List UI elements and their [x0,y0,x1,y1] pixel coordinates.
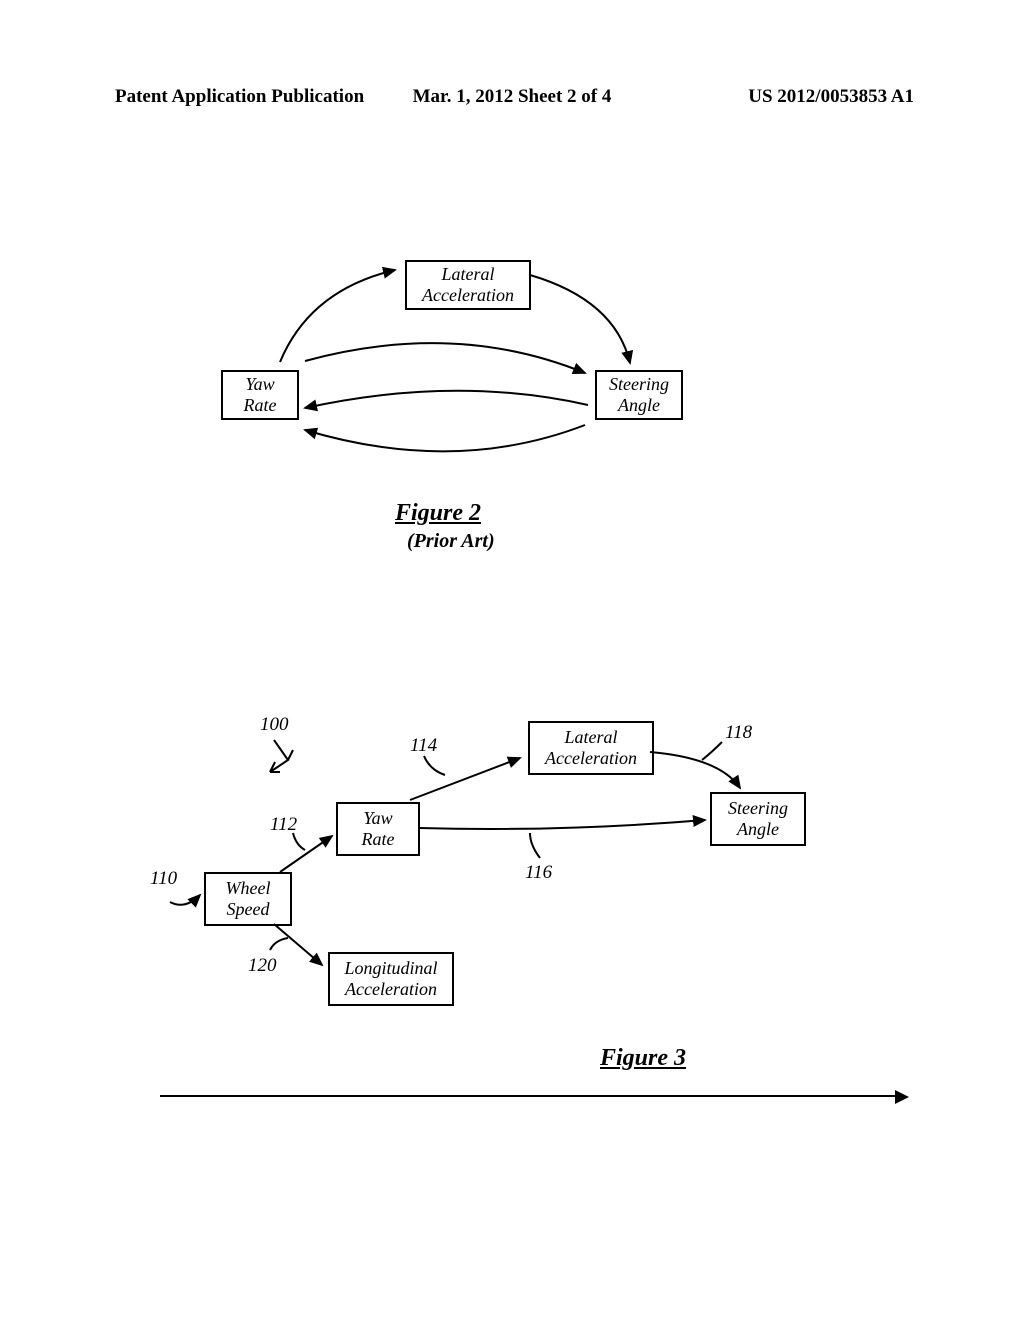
figure3-label-text: Figure 3 [600,1045,686,1071]
fig3-arrows [0,0,1024,1320]
bottom-arrow-head-icon [895,1090,909,1104]
figure2-label: Figure 2 [395,500,481,527]
figure3-label: Figure 3 [600,1045,686,1072]
bottom-arrow-line [160,1095,895,1097]
figure2-label-text: Figure 2 [395,500,481,526]
